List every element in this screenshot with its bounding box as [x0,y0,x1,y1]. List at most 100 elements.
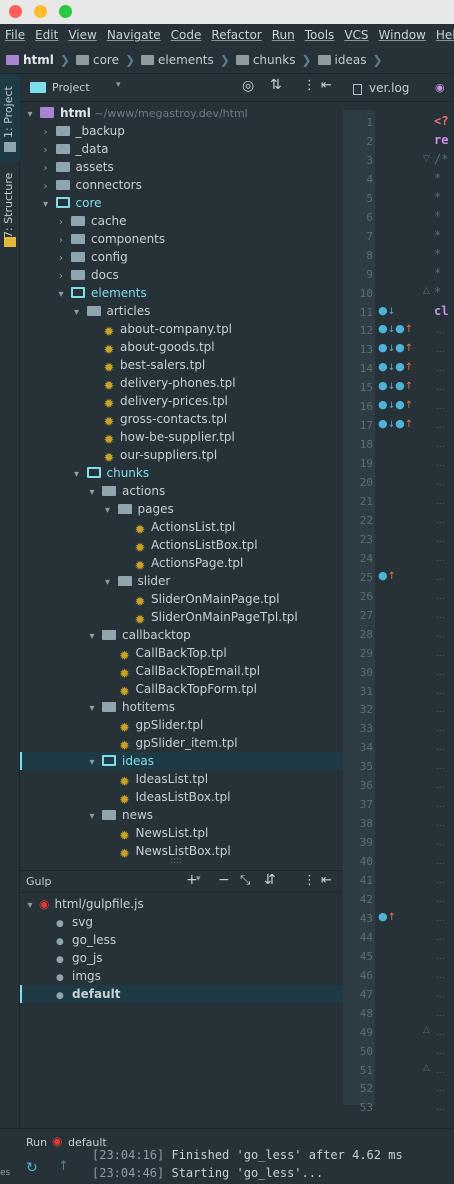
tree-file-item[interactable]: ✹ how-be-supplier.tpl [20,428,343,448]
code-line[interactable]: * [434,285,441,299]
gulp-task-default[interactable]: ● default [20,985,343,1003]
collapse-all-icon[interactable]: ⤡ [240,873,250,888]
remove-gulpfile-icon[interactable]: − [218,872,230,888]
tree-folder-item[interactable]: › config [20,248,343,266]
menu-edit[interactable]: Edit [30,24,63,42]
more-options-icon[interactable]: ⋮ [303,873,316,888]
hide-panel-icon[interactable]: ⇤ [321,78,332,93]
fold-icon[interactable]: ▽ [423,154,430,164]
tree-file-item[interactable]: ✹ ActionsListBox.tpl [20,536,343,556]
tree-folder-item[interactable]: ▾ html ~/www/megastroy.dev/html [20,104,343,122]
menu-code[interactable]: Code [166,24,207,42]
code-line[interactable]: <? [434,114,448,128]
tree-folder-item[interactable]: › assets [20,158,343,176]
breadcrumb-item-html[interactable]: html ❯ [0,46,70,67]
menu-tools[interactable]: Tools [300,24,340,42]
tree-file-item[interactable]: ✹ NewsList.tpl [20,824,343,844]
panel-resize-handle[interactable]: :::: [170,856,182,866]
breadcrumb-item-chunks[interactable]: chunks ❯ [230,46,312,67]
tree-file-item[interactable]: ✹ our-suppliers.tpl [20,446,343,466]
chevron-down-icon[interactable]: ▾ [116,80,121,90]
code-line[interactable]: * [434,266,441,280]
tree-file-item[interactable]: ✹ ActionsList.tpl [20,518,343,538]
tree-file-item[interactable]: ✹ IdeasList.tpl [20,770,343,790]
breadcrumb-item-elements[interactable]: elements ❯ [135,46,230,67]
breadcrumb-item-core[interactable]: core ❯ [70,46,135,67]
code-line[interactable]: * [434,171,441,185]
menu-view[interactable]: View [63,24,101,42]
tree-file-item[interactable]: ✹ CallBackTopForm.tpl [20,680,343,700]
code-line[interactable]: cl [434,304,448,318]
override-marker-icon[interactable]: ●↓●↑ [378,341,413,354]
tree-folder-item[interactable]: ▾ actions [20,482,343,500]
gulp-task-go_js[interactable]: ● go_js [20,949,343,967]
breadcrumb-item-ideas[interactable]: ideas ❯ [312,46,383,67]
override-marker-icon[interactable]: ●↓●↑ [378,417,413,430]
menu-vcs[interactable]: VCS [339,24,373,42]
code-line[interactable]: * [434,228,441,242]
code-line[interactable]: * [434,247,441,261]
tree-folder-item[interactable]: ▾ articles [20,302,343,320]
tree-folder-item[interactable]: ▾ ideas [20,752,343,770]
tree-folder-item[interactable]: › docs [20,266,343,284]
rerun-icon[interactable]: ↻ [26,1160,38,1176]
tree-folder-item[interactable]: ▾ callbacktop [20,626,343,644]
tree-file-item[interactable]: ✹ gpSlider.tpl [20,716,343,736]
override-marker-icon[interactable]: ●↓●↑ [378,322,413,335]
refresh-icon[interactable]: ⇵ [264,872,276,888]
menu-help[interactable]: Help [431,24,454,42]
tree-folder-item[interactable]: › components [20,230,343,248]
override-marker-icon[interactable]: ●↑ [378,910,396,923]
menu-refactor[interactable]: Refactor [206,24,266,42]
tree-folder-item[interactable]: › _backup [20,122,343,140]
locate-file-icon[interactable]: ◎ [242,78,254,94]
tree-file-item[interactable]: ✹ about-goods.tpl [20,338,343,358]
tree-folder-item[interactable]: ▾ hotitems [20,698,343,716]
minimize-window-button[interactable] [34,5,47,18]
tree-folder-item[interactable]: ▾ core [20,194,343,212]
php-icon[interactable]: ◉ [435,81,445,94]
override-marker-icon[interactable]: ●↑ [378,569,396,582]
gulp-task-imgs[interactable]: ● imgs [20,967,343,985]
tree-file-item[interactable]: ✹ delivery-prices.tpl [20,392,343,412]
gulp-task-go_less[interactable]: ● go_less [20,931,343,949]
tree-folder-item[interactable]: ▾ slider [20,572,343,590]
code-line[interactable]: /* [434,152,448,166]
tab-project[interactable]: 1: Project [2,82,18,142]
tree-file-item[interactable]: ✹ CallBackTop.tpl [20,644,343,664]
gulp-task-svg[interactable]: ● svg [20,913,343,931]
fold-icon[interactable]: △ [423,1025,430,1035]
code-line[interactable]: * [434,190,441,204]
tree-file-item[interactable]: ✹ gpSlider_item.tpl [20,734,343,754]
tree-file-item[interactable]: ✹ best-salers.tpl [20,356,343,376]
close-window-button[interactable] [9,5,22,18]
fold-icon[interactable]: △ [423,1063,430,1073]
tree-file-item[interactable]: ✹ IdeasListBox.tpl [20,788,343,808]
tree-file-item[interactable]: ✹ SliderOnMainPage.tpl [20,590,343,610]
up-arrow-icon[interactable]: ↑ [58,1159,69,1174]
menu-window[interactable]: Window [374,24,431,42]
menu-run[interactable]: Run [267,24,300,42]
override-marker-icon[interactable]: ●↓●↑ [378,360,413,373]
tree-file-item[interactable]: ✹ CallBackTopEmail.tpl [20,662,343,682]
more-options-icon[interactable]: ⋮ [303,78,316,93]
fold-icon[interactable]: △ [423,286,430,296]
tree-folder-item[interactable]: › _data [20,140,343,158]
gulpfile-item[interactable]: ▾ ◉ html/gulpfile.js [20,895,343,913]
tree-file-item[interactable]: ✹ gross-contacts.tpl [20,410,343,430]
tree-folder-item[interactable]: › cache [20,212,343,230]
tree-folder-item[interactable]: › connectors [20,176,343,194]
override-marker-icon[interactable]: ●↓●↑ [378,379,413,392]
override-marker-icon[interactable]: ●↓●↑ [378,398,413,411]
override-marker-icon[interactable]: ●↓ [378,304,395,317]
tree-file-item[interactable]: ✹ delivery-phones.tpl [20,374,343,394]
menu-file[interactable]: File [0,24,30,42]
hide-panel-icon[interactable]: ⇤ [321,873,332,888]
maximize-window-button[interactable] [59,5,72,18]
tree-folder-item[interactable]: ▾ chunks [20,464,343,482]
code-line[interactable]: * [434,209,441,223]
tree-folder-item[interactable]: ▾ pages [20,500,343,518]
tree-file-item[interactable]: ✹ SliderOnMainPageTpl.tpl [20,608,343,628]
project-view-selector[interactable]: Project [52,81,90,94]
tree-file-item[interactable]: ✹ about-company.tpl [20,320,343,340]
